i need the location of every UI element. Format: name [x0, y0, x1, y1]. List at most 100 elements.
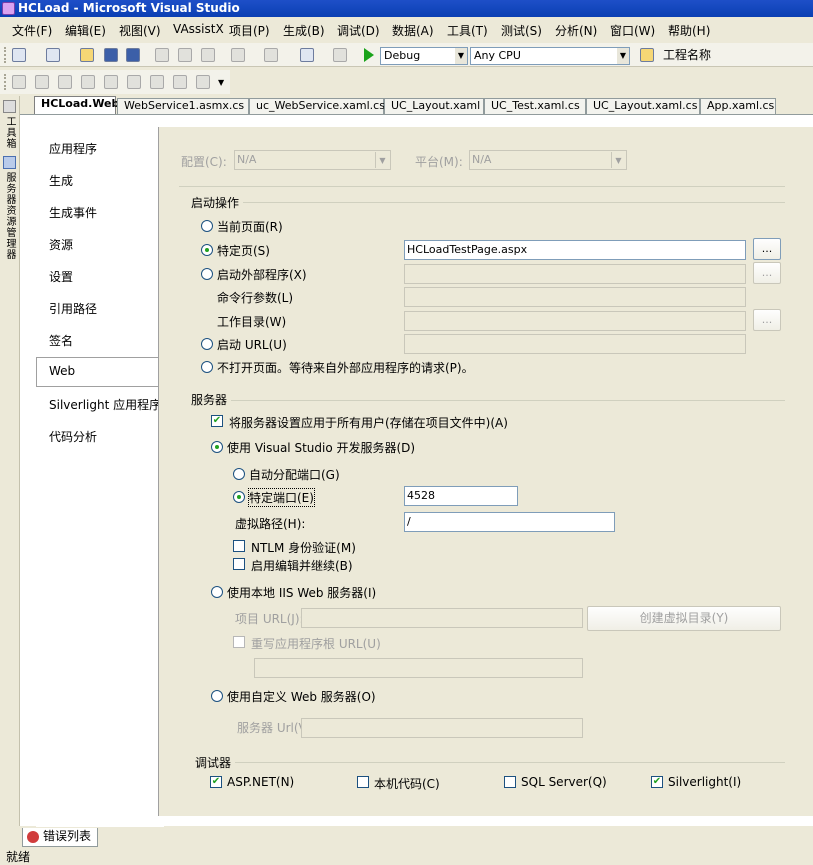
tab-uc-layout-cs[interactable]: UC_Layout.xaml.cs: [586, 98, 700, 114]
ntlm-label[interactable]: NTLM 身份验证(M): [251, 539, 356, 556]
server-explorer-icon[interactable]: [3, 156, 16, 169]
nav-web[interactable]: Web: [49, 364, 75, 378]
nav-settings[interactable]: 设置: [49, 268, 73, 285]
new-project-icon[interactable]: [12, 48, 26, 62]
apply-all-users-label[interactable]: 将服务器设置应用于所有用户(存储在项目文件中)(A): [229, 414, 508, 431]
external-program-label[interactable]: 启动外部程序(X): [217, 266, 307, 283]
tab-uc-layout-xaml[interactable]: UC_Layout.xaml: [384, 98, 484, 114]
command-args-input[interactable]: [404, 287, 746, 307]
aspnet-debugger-checkbox[interactable]: ✔: [210, 776, 222, 788]
sql-debugger-label[interactable]: SQL Server(Q): [521, 775, 607, 789]
grid-icon[interactable]: [58, 75, 72, 89]
menu-file[interactable]: 文件(F): [12, 22, 52, 39]
server-url-input[interactable]: [301, 718, 583, 738]
specific-page-radio[interactable]: [201, 244, 213, 256]
menu-tools[interactable]: 工具(T): [447, 22, 488, 39]
nav-build-events[interactable]: 生成事件: [49, 204, 97, 221]
specific-port-radio[interactable]: [233, 491, 245, 503]
save-icon[interactable]: [104, 48, 118, 62]
working-dir-input[interactable]: [404, 311, 746, 331]
project-url-input[interactable]: [301, 608, 583, 628]
menu-test[interactable]: 测试(S): [501, 22, 542, 39]
add-item-icon[interactable]: [46, 48, 60, 62]
format-icon[interactable]: [150, 75, 164, 89]
silverlight-debugger-checkbox[interactable]: ✔: [651, 776, 663, 788]
error-list-tab[interactable]: 错误列表: [22, 828, 98, 847]
cut-icon[interactable]: [155, 48, 169, 62]
custom-server-label[interactable]: 使用自定义 Web 服务器(O): [227, 688, 376, 705]
aspnet-debugger-label[interactable]: ASP.NET(N): [227, 775, 294, 789]
dont-open-page-radio[interactable]: [201, 361, 213, 373]
edit-continue-checkbox[interactable]: [233, 558, 245, 570]
browse-external-program-button[interactable]: ...: [753, 262, 781, 284]
menu-data[interactable]: 数据(A): [392, 22, 434, 39]
tab-app-xaml-cs[interactable]: App.xaml.cs: [700, 98, 776, 114]
apply-all-users-checkbox[interactable]: ✔: [211, 415, 223, 427]
nav-build[interactable]: 生成: [49, 172, 73, 189]
tab-hcload-web[interactable]: HCLoad.Web: [34, 96, 119, 115]
nav-application[interactable]: 应用程序: [49, 140, 97, 157]
rotate-left-icon[interactable]: [104, 75, 118, 89]
properties-icon[interactable]: [196, 75, 210, 89]
silverlight-debugger-label[interactable]: Silverlight(I): [668, 775, 741, 789]
toolbar-grip[interactable]: [4, 47, 7, 63]
native-debugger-label[interactable]: 本机代码(C): [374, 775, 440, 792]
toolbox-icon[interactable]: [3, 100, 16, 113]
navigate-backward-icon[interactable]: [300, 48, 314, 62]
align-center-icon[interactable]: [35, 75, 49, 89]
auto-port-label[interactable]: 自动分配端口(G): [249, 466, 340, 483]
rotate-right-icon[interactable]: [127, 75, 141, 89]
toolbar-grip[interactable]: [4, 74, 7, 90]
specific-page-label[interactable]: 特定页(S): [217, 242, 270, 259]
edit-continue-label[interactable]: 启用编辑并继续(B): [251, 557, 353, 574]
toolbar-overflow-icon[interactable]: ▼: [218, 78, 224, 87]
port-input[interactable]: 4528: [404, 486, 518, 506]
nav-reference-paths[interactable]: 引用路径: [49, 300, 97, 317]
ntlm-checkbox[interactable]: [233, 540, 245, 552]
copy-icon[interactable]: [178, 48, 192, 62]
specific-page-input[interactable]: HCLoadTestPage.aspx: [404, 240, 746, 260]
config-select[interactable]: N/A ▼: [234, 150, 391, 170]
toolbox-tab[interactable]: 工具箱: [3, 116, 15, 149]
solution-config-combo[interactable]: Debug ▼: [380, 47, 468, 65]
nav-signing[interactable]: 签名: [49, 332, 73, 349]
nav-resources[interactable]: 资源: [49, 236, 73, 253]
iis-server-label[interactable]: 使用本地 IIS Web 服务器(I): [227, 584, 376, 601]
auto-port-radio[interactable]: [233, 468, 245, 480]
dont-open-page-label[interactable]: 不打开页面。等待来自外部应用程序的请求(P)。: [217, 359, 474, 376]
iis-server-radio[interactable]: [211, 586, 223, 598]
sql-debugger-checkbox[interactable]: [504, 776, 516, 788]
override-root-url-checkbox[interactable]: [233, 636, 245, 648]
server-explorer-tab[interactable]: 服务器资源管理器: [3, 172, 15, 260]
virtual-path-input[interactable]: /: [404, 512, 615, 532]
menu-help[interactable]: 帮助(H): [668, 22, 710, 39]
external-program-radio[interactable]: [201, 268, 213, 280]
override-root-url-input[interactable]: [254, 658, 583, 678]
menu-build[interactable]: 生成(B): [283, 22, 325, 39]
platform-select[interactable]: N/A ▼: [469, 150, 627, 170]
group-icon[interactable]: [81, 75, 95, 89]
start-debugging-icon[interactable]: [364, 48, 374, 62]
create-virtual-directory-button[interactable]: 创建虚拟目录(Y): [587, 606, 781, 631]
nav-code-analysis[interactable]: 代码分析: [49, 428, 97, 445]
align-icon[interactable]: [12, 75, 26, 89]
browse-working-dir-button[interactable]: ...: [753, 309, 781, 331]
find-in-files-icon[interactable]: [640, 48, 654, 62]
menu-view[interactable]: 视图(V): [119, 22, 161, 39]
save-all-icon[interactable]: [126, 48, 140, 62]
menu-debug[interactable]: 调试(D): [337, 22, 380, 39]
menu-vassistx[interactable]: VAssistX: [173, 22, 224, 36]
browse-specific-page-button[interactable]: ...: [753, 238, 781, 260]
current-page-label[interactable]: 当前页面(R): [217, 218, 283, 235]
override-root-url-label[interactable]: 重写应用程序根 URL(U): [251, 635, 381, 652]
menu-analyze[interactable]: 分析(N): [555, 22, 597, 39]
tab-uc-webservice[interactable]: uc_WebService.xaml.cs: [249, 98, 385, 114]
start-url-input[interactable]: [404, 334, 746, 354]
current-page-radio[interactable]: [201, 220, 213, 232]
menu-window[interactable]: 窗口(W): [610, 22, 655, 39]
external-program-input[interactable]: [404, 264, 746, 284]
tab-webservice1[interactable]: WebService1.asmx.cs: [117, 98, 249, 114]
vs-dev-server-radio[interactable]: [211, 441, 223, 453]
specific-port-label[interactable]: 特定端口(E): [248, 488, 315, 507]
solution-platform-combo[interactable]: Any CPU ▼: [470, 47, 630, 65]
